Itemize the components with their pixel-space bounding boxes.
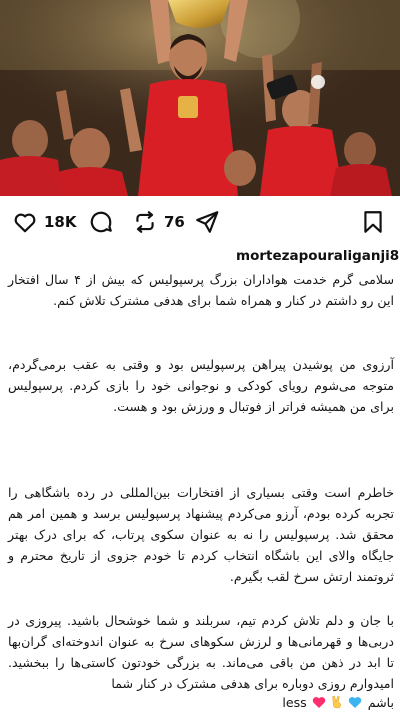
repost-icon[interactable] <box>132 209 158 235</box>
caption-paragraph: سلامی گرم خدمت هواداران بزرگ پرسپولیس که… <box>8 272 394 308</box>
share-action[interactable] <box>194 208 220 236</box>
post-photo[interactable] <box>0 0 400 196</box>
caption-closing-line: باشم less <box>282 694 394 710</box>
caption-less-link[interactable]: less <box>282 695 306 710</box>
caption-paragraph: خاطرم است وقتی بسیاری از افتخارات بین‌ال… <box>8 485 394 584</box>
caption-emojis <box>310 694 364 710</box>
like-action[interactable]: 18K <box>12 208 77 236</box>
like-count[interactable]: 18K <box>44 213 77 231</box>
repost-action[interactable]: 76 <box>132 208 185 236</box>
bookmark-icon[interactable] <box>360 209 386 235</box>
post-action-bar: 18K 76 <box>0 200 400 244</box>
post-username[interactable]: mortezapouraliganji88 . <box>236 248 400 264</box>
heart-red-icon <box>312 697 325 708</box>
caption-paragraph: آرزوی من پوشیدن پیراهن پرسپولیس بود و وق… <box>8 357 394 414</box>
celebration-photo <box>0 0 400 196</box>
caption-closing-word: باشم <box>367 694 394 710</box>
heart-blue-icon <box>348 697 361 708</box>
repost-count[interactable]: 76 <box>164 213 185 231</box>
comment-action[interactable] <box>88 208 114 236</box>
save-action[interactable] <box>360 208 386 236</box>
heart-icon[interactable] <box>12 209 38 235</box>
victory-hand-icon <box>332 695 341 709</box>
send-icon[interactable] <box>194 209 220 235</box>
comment-icon[interactable] <box>88 209 114 235</box>
caption-paragraph: با جان و دلم تلاش کردم تیم، سربلند و شما… <box>8 613 394 691</box>
